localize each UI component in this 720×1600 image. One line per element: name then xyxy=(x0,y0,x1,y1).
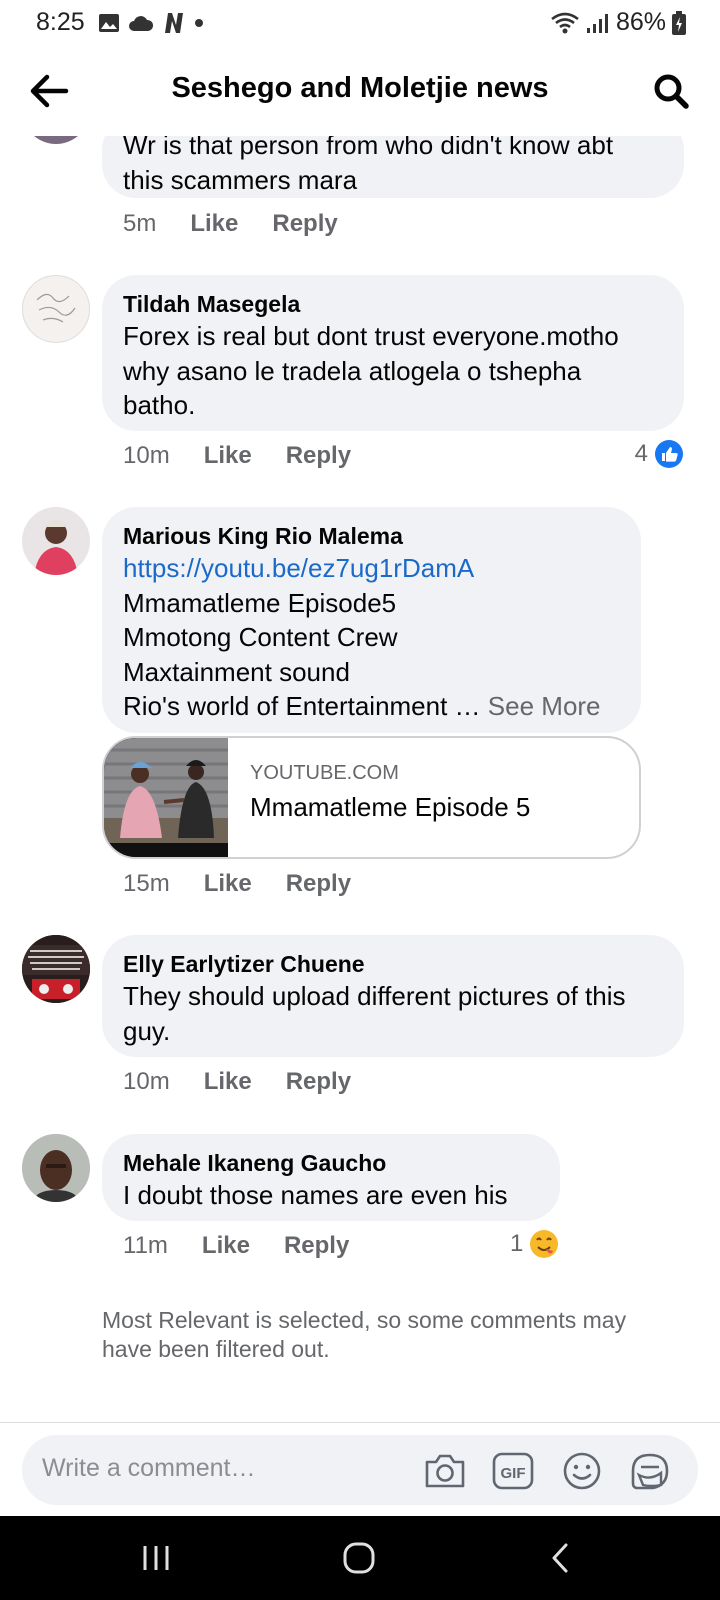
yum-emoji-reaction-icon xyxy=(530,1230,559,1258)
comment-author[interactable]: Marious King Rio Malema xyxy=(123,521,621,551)
gallery-icon xyxy=(99,14,119,32)
recent-apps-icon xyxy=(143,1546,169,1570)
cloud-icon xyxy=(129,16,154,31)
reaction-count: 1 xyxy=(510,1230,524,1257)
like-button[interactable]: Like xyxy=(190,210,238,238)
battery-charging-icon xyxy=(672,10,686,35)
signal-icon xyxy=(586,13,608,33)
comment-actions: 10m Like Reply xyxy=(123,1068,385,1096)
reply-button[interactable]: Reply xyxy=(286,442,351,470)
emoji-button[interactable] xyxy=(559,1448,605,1494)
comment-composer: Write a comment… GIF xyxy=(0,1422,720,1516)
comment-actions: 11m Like Reply xyxy=(123,1232,383,1260)
link-title: Mmamatleme Episode 5 xyxy=(250,792,531,822)
app-header: Seshego and Moletjie news xyxy=(0,46,720,136)
comment-author[interactable]: Elly Earlytizer Chuene xyxy=(123,949,664,979)
home-icon xyxy=(343,1542,375,1574)
like-reaction-icon xyxy=(655,440,683,468)
avatar[interactable] xyxy=(22,507,90,575)
system-nav-bar xyxy=(0,1516,720,1600)
link-domain: YOUTUBE.COM xyxy=(250,762,399,784)
comment-bubble: Marious King Rio Malema https://youtu.be… xyxy=(102,507,641,733)
wifi-icon xyxy=(551,12,579,33)
comment-text: They should upload different pictures of… xyxy=(123,981,626,1046)
dot-icon xyxy=(195,19,203,27)
like-button[interactable]: Like xyxy=(202,1232,250,1260)
comment-body: Mmamatleme Episode5 Mmotong Content Crew… xyxy=(123,587,481,722)
comment-time: 10m xyxy=(123,1068,170,1095)
comment-author[interactable]: Tildah Masegela xyxy=(123,289,664,319)
battery-percent: 86% xyxy=(615,8,666,36)
reaction-count: 4 xyxy=(634,440,648,467)
sticker-icon xyxy=(631,1453,669,1490)
gif-button[interactable]: GIF xyxy=(490,1448,536,1494)
comment-input-placeholder: Write a comment… xyxy=(42,1454,256,1482)
avatar-photo xyxy=(22,1134,90,1202)
video-thumbnail-image xyxy=(104,738,228,857)
camera-icon xyxy=(425,1454,465,1488)
avatar[interactable] xyxy=(22,935,90,1003)
avatar[interactable] xyxy=(22,1134,90,1202)
system-back-icon xyxy=(552,1543,568,1573)
reaction-summary[interactable]: 4 xyxy=(635,439,684,469)
comment-actions: 10m Like Reply xyxy=(123,442,385,470)
comment-text: Wr is that person from who didn't know a… xyxy=(123,136,614,195)
comment-bubble: Wr is that person from who didn't know a… xyxy=(102,136,684,198)
avatar-poster-image xyxy=(22,935,90,1003)
page-title: Seshego and Moletjie news xyxy=(171,72,549,104)
system-back-button[interactable] xyxy=(530,1536,590,1580)
emoji-icon xyxy=(563,1452,601,1490)
reply-button[interactable]: Reply xyxy=(284,1232,349,1260)
comment-bubble: Tildah Masegela Forex is real but dont t… xyxy=(102,275,684,431)
reply-button[interactable]: Reply xyxy=(286,870,351,898)
avatar[interactable] xyxy=(22,136,90,144)
comment-actions: 15m Like Reply xyxy=(123,870,385,898)
comment-time: 15m xyxy=(123,870,170,897)
link-preview-card[interactable]: YOUTUBE.COM Mmamatleme Episode 5 xyxy=(102,736,641,859)
comment-author[interactable]: Mehale Ikaneng Gaucho xyxy=(123,1148,540,1178)
comment-text: I doubt those names are even his xyxy=(123,1180,508,1210)
avatar[interactable] xyxy=(22,275,90,343)
comment-link[interactable]: https://youtu.be/ez7ug1rDamA xyxy=(123,551,621,586)
comments-feed[interactable]: Wr is that person from who didn't know a… xyxy=(0,136,720,1414)
video-thumbnail xyxy=(104,738,228,857)
like-button[interactable]: Like xyxy=(204,442,252,470)
like-button[interactable]: Like xyxy=(204,1068,252,1096)
search-button[interactable] xyxy=(648,68,694,114)
search-icon xyxy=(654,74,689,109)
avatar-photo xyxy=(34,520,78,575)
reaction-summary[interactable]: 1 xyxy=(510,1229,559,1259)
gif-label: GIF xyxy=(501,1465,526,1482)
see-more-link[interactable]: See More xyxy=(488,691,601,721)
comment-bubble: Mehale Ikaneng Gaucho I doubt those name… xyxy=(102,1134,560,1221)
camera-button[interactable] xyxy=(422,1448,468,1494)
home-button[interactable] xyxy=(329,1536,389,1580)
gif-icon: GIF xyxy=(492,1452,534,1490)
comment-text: Mmamatleme Episode5 Mmotong Content Crew… xyxy=(123,586,621,724)
notification-icons xyxy=(98,12,204,34)
filter-note: Most Relevant is selected, so some comme… xyxy=(102,1307,627,1362)
recent-apps-button[interactable] xyxy=(126,1536,186,1580)
status-right: 86% xyxy=(550,8,686,37)
comment-time: 10m xyxy=(123,442,170,469)
status-bar: 8:25 86% xyxy=(0,0,720,46)
sticker-button[interactable] xyxy=(627,1448,673,1494)
netflix-n-icon xyxy=(165,13,183,33)
reply-button[interactable]: Reply xyxy=(286,1068,351,1096)
reply-button[interactable]: Reply xyxy=(272,210,337,238)
comment-time: 5m xyxy=(123,210,157,237)
comment-input[interactable]: Write a comment… GIF xyxy=(22,1435,698,1505)
like-button[interactable]: Like xyxy=(204,870,252,898)
comment-text: Forex is real but dont trust everyone.mo… xyxy=(123,321,619,420)
comment-time: 11m xyxy=(123,1232,168,1259)
comment-bubble: Elly Earlytizer Chuene They should uploa… xyxy=(102,935,684,1057)
avatar-signature-image xyxy=(36,293,76,323)
status-time: 8:25 xyxy=(36,8,85,36)
comment-actions: 5m Like Reply xyxy=(123,210,372,238)
